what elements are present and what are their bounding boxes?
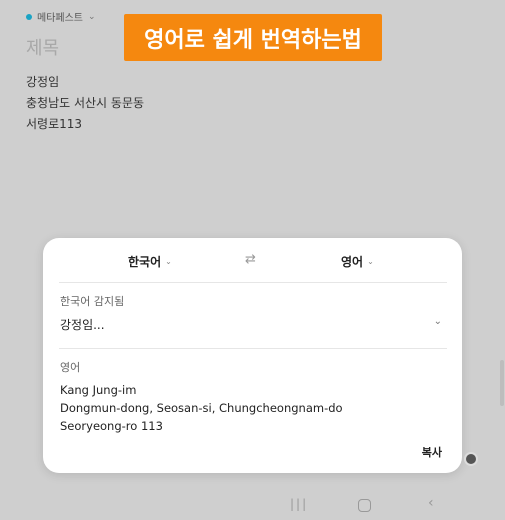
result-line: Dongmun-dong, Seosan-si, Chungcheongnam-… xyxy=(60,401,343,415)
note-category[interactable]: 메타페스트 ⌄ xyxy=(26,9,96,24)
chevron-down-icon: ⌄ xyxy=(165,257,172,266)
source-language-selector[interactable]: 한국어 ⌄ xyxy=(128,253,172,270)
recent-apps-icon[interactable]: ||| xyxy=(290,497,308,511)
note-category-label: 메타페스트 xyxy=(37,13,83,24)
copy-button[interactable]: 복사 xyxy=(422,444,442,460)
target-language-label: 영어 xyxy=(341,255,364,269)
source-language-label: 한국어 xyxy=(128,255,162,269)
detected-language-label: 한국어 감지됨 xyxy=(60,295,125,308)
note-line: 충청남도 서산시 동문동 xyxy=(26,96,145,110)
navigation-bar: ||| ‹ xyxy=(0,490,505,520)
result-line: Seoryeong-ro 113 xyxy=(60,419,163,433)
home-icon[interactable] xyxy=(358,499,371,512)
back-icon[interactable]: ‹ xyxy=(428,495,434,511)
expand-chevron-icon[interactable]: ⌄ xyxy=(434,316,442,327)
note-body[interactable]: 강정임 충청남도 서산시 동문동 서령로113 xyxy=(26,72,144,135)
category-dot-icon xyxy=(26,13,32,20)
swap-arrows-icon[interactable]: ⇄ xyxy=(245,252,256,267)
divider xyxy=(59,282,447,283)
edge-panel-handle[interactable] xyxy=(500,360,504,406)
translation-result: Kang Jung-im Dongmun-dong, Seosan-si, Ch… xyxy=(60,381,343,435)
result-line: Kang Jung-im xyxy=(60,383,137,397)
note-line: 서령로113 xyxy=(26,117,83,131)
note-title-field[interactable]: 제목 xyxy=(26,34,59,60)
language-bar: 한국어 ⌄ ⇄ 영어 ⌄ xyxy=(43,238,462,282)
target-language-heading: 영어 xyxy=(60,361,81,374)
divider xyxy=(59,348,447,349)
chevron-down-icon: ⌄ xyxy=(88,11,96,22)
target-language-selector[interactable]: 영어 ⌄ xyxy=(341,253,374,270)
note-line: 강정임 xyxy=(26,75,60,89)
title-banner: 영어로 쉽게 번역하는법 xyxy=(124,14,382,61)
chevron-down-icon: ⌄ xyxy=(367,257,374,266)
source-text-preview[interactable]: 강정임... xyxy=(60,316,105,333)
translation-panel: 한국어 ⌄ ⇄ 영어 ⌄ 한국어 감지됨 강정임... ⌄ 영어 Kang Ju… xyxy=(43,238,462,473)
floating-handle-icon[interactable] xyxy=(464,452,478,466)
